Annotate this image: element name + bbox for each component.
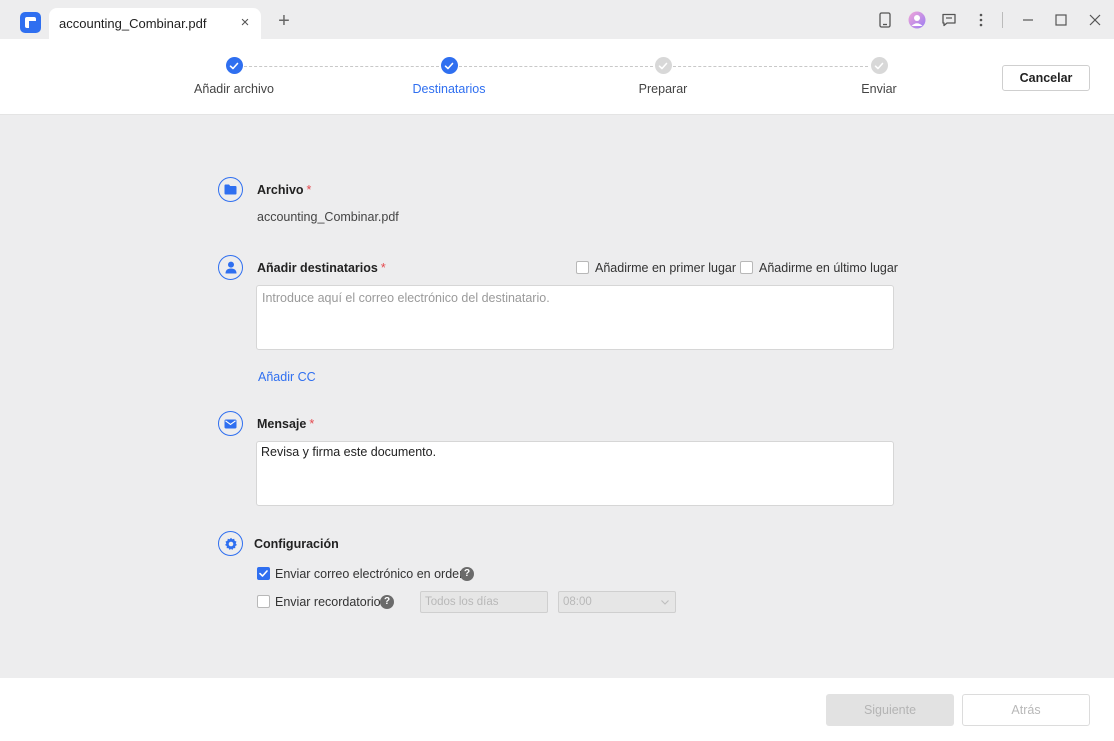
required-marker: *: [306, 183, 312, 197]
send-in-order-checkbox[interactable]: [257, 567, 270, 580]
check-icon: [259, 570, 268, 577]
folder-icon: [218, 177, 243, 202]
file-title-label: Archivo: [257, 183, 304, 197]
close-window-icon[interactable]: [1086, 11, 1104, 29]
send-reminder-label[interactable]: Enviar recordatorio: [275, 595, 381, 609]
footer-bar: Siguiente Atrás: [0, 678, 1114, 741]
reminder-time-value: 08:00: [563, 596, 592, 608]
progress-stepper: Añadir archivo Destinatarios Preparar En…: [0, 39, 1114, 115]
help-icon[interactable]: ?: [460, 567, 474, 581]
recipients-title-label: Añadir destinatarios: [257, 261, 378, 275]
chevron-down-icon: [661, 600, 669, 605]
file-section-title: Archivo *: [257, 183, 311, 197]
message-title-label: Mensaje: [257, 417, 307, 431]
add-me-last-checkbox[interactable]: [740, 261, 753, 274]
check-icon: [870, 57, 888, 74]
avatar-icon[interactable]: [908, 11, 926, 29]
add-me-last-label[interactable]: Añadirme en último lugar: [759, 261, 898, 275]
minimize-icon[interactable]: [1019, 11, 1037, 29]
step-label: Añadir archivo: [194, 82, 274, 96]
send-in-order-label[interactable]: Enviar correo electrónico en orden: [275, 567, 466, 581]
user-icon: [218, 255, 243, 280]
back-button[interactable]: Atrás: [962, 694, 1090, 726]
next-button[interactable]: Siguiente: [826, 694, 954, 726]
more-menu-icon[interactable]: [972, 11, 990, 29]
send-reminder-checkbox[interactable]: [257, 595, 270, 608]
recipient-email-placeholder: Introduce aquí el correo electrónico del…: [262, 291, 550, 305]
document-tab[interactable]: accounting_Combinar.pdf ×: [49, 8, 261, 39]
step-add-file: Añadir archivo: [164, 39, 304, 96]
reminder-time-select[interactable]: 08:00: [558, 591, 676, 613]
required-marker: *: [380, 261, 386, 275]
recipients-section-title: Añadir destinatarios *: [257, 261, 386, 275]
add-cc-link[interactable]: Añadir CC: [258, 370, 316, 384]
add-me-first-checkbox[interactable]: [576, 261, 589, 274]
message-text: Revisa y firma este documento.: [261, 445, 437, 459]
gear-icon: [218, 531, 243, 556]
tab-title: accounting_Combinar.pdf: [59, 16, 207, 31]
step-label: Preparar: [638, 82, 688, 96]
reminder-frequency-select[interactable]: Todos los días: [420, 591, 548, 613]
feedback-icon[interactable]: [940, 11, 958, 29]
close-tab-icon[interactable]: ×: [237, 14, 253, 32]
cancel-button[interactable]: Cancelar: [1002, 65, 1090, 91]
file-name: accounting_Combinar.pdf: [257, 210, 399, 224]
required-marker: *: [309, 417, 315, 431]
help-icon[interactable]: ?: [380, 595, 394, 609]
recipient-email-input[interactable]: Introduce aquí el correo electrónico del…: [256, 285, 894, 350]
app-logo-icon: [20, 12, 41, 33]
tablet-icon[interactable]: [876, 11, 894, 29]
step-label: Destinatarios: [412, 82, 486, 96]
step-send: Enviar: [809, 39, 949, 96]
new-tab-icon[interactable]: +: [274, 11, 294, 31]
check-icon: [654, 57, 672, 74]
titlebar-divider: [1002, 12, 1003, 28]
check-icon: [440, 57, 458, 74]
message-textarea[interactable]: Revisa y firma este documento.: [256, 441, 894, 506]
settings-section-title: Configuración: [254, 537, 339, 551]
step-label: Enviar: [861, 82, 897, 96]
check-icon: [225, 57, 243, 74]
reminder-frequency-value: Todos los días: [425, 596, 499, 608]
step-prepare: Preparar: [593, 39, 733, 96]
add-me-first-label[interactable]: Añadirme en primer lugar: [595, 261, 736, 275]
mail-icon: [218, 411, 243, 436]
message-section-title: Mensaje *: [257, 417, 314, 431]
maximize-icon[interactable]: [1052, 11, 1070, 29]
step-recipients: Destinatarios: [379, 39, 519, 96]
title-bar: accounting_Combinar.pdf × +: [0, 0, 1114, 39]
